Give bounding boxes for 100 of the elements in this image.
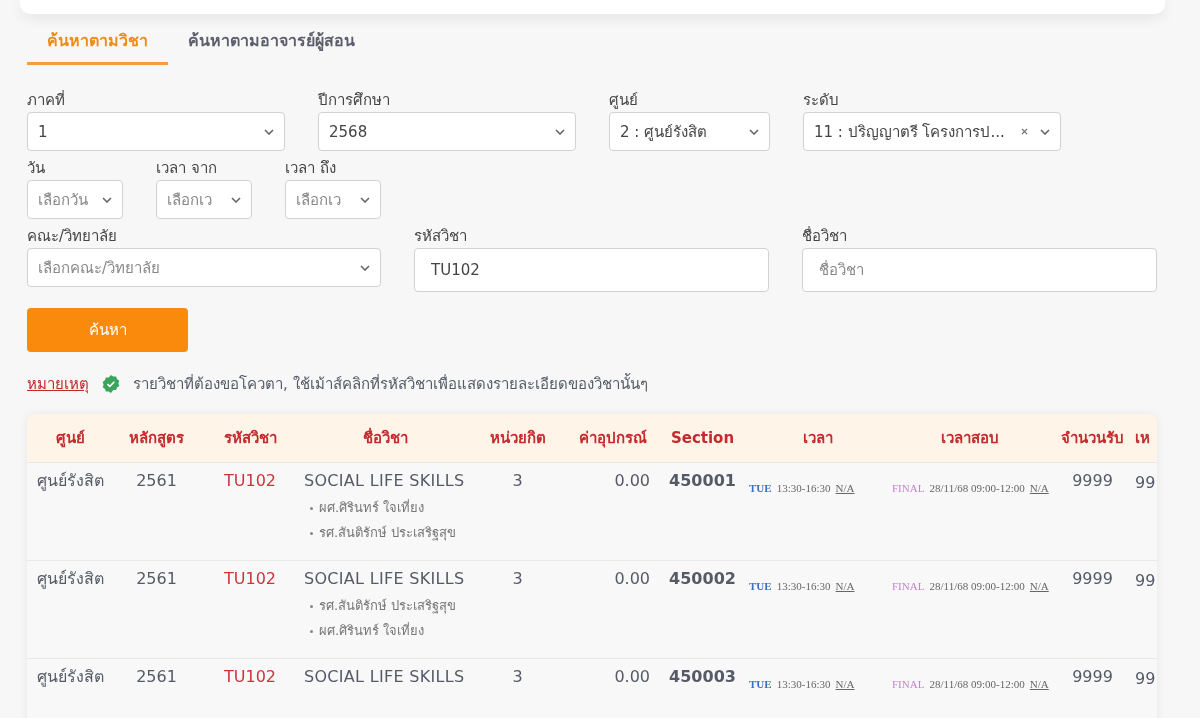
field-label: รหัสวิชา (414, 227, 468, 245)
table-cell: 99 (1135, 473, 1156, 492)
instructor-name: ผศ.ศิรินทร์ ใจเที่ยง (304, 500, 466, 516)
select-value: 2 : ศูนย์รังสิต (620, 121, 709, 143)
section-number: 450003 (669, 667, 736, 686)
select-placeholder: เลือกวัน (38, 189, 89, 211)
select-field[interactable]: 1 (27, 112, 285, 151)
input-field[interactable]: ชื่อวิชา (802, 248, 1157, 292)
field-label: ปีการศึกษา (318, 91, 391, 109)
table-cell: 9999 (1072, 569, 1113, 588)
exam-time: 28/11/68 09:00-12:00 (929, 678, 1025, 690)
select-field[interactable]: เลือกคณะ/วิทยาลัย (27, 248, 381, 287)
tab[interactable]: ค้นหาตามอาจารย์ผู้สอน (168, 26, 375, 65)
clear-icon[interactable] (1021, 128, 1028, 135)
exam-label: FINAL (892, 482, 925, 494)
field-label: วัน (27, 159, 46, 177)
section-number: 450001 (669, 471, 736, 490)
room-link[interactable]: N/A (835, 678, 855, 690)
column-header: เห (1135, 414, 1157, 463)
class-day: TUE (749, 580, 772, 592)
chevron-down-icon (264, 128, 274, 135)
select-field[interactable]: 2 : ศูนย์รังสิต (609, 112, 770, 151)
instructor-name: รศ.สันติรักษ์ ประเสริฐสุข (304, 525, 466, 541)
table-cell: ศูนย์รังสิต (36, 667, 104, 686)
chevron-down-icon (360, 264, 370, 271)
column-header: เวลาสอบ (890, 414, 1050, 463)
select-field[interactable]: เลือกเว (285, 180, 381, 219)
class-day: TUE (749, 678, 772, 690)
table-cell: 2561 (136, 667, 177, 686)
section-number: 450002 (669, 569, 736, 588)
check-badge-icon (101, 374, 121, 394)
room-link[interactable]: N/A (1029, 580, 1049, 592)
table-cell: 9999 (1072, 667, 1113, 686)
course-code-link[interactable]: TU102 (224, 667, 276, 686)
room-link[interactable]: N/A (1029, 678, 1049, 690)
column-header: เวลา (745, 414, 890, 463)
class-time: 13:30-16:30 (776, 580, 831, 592)
exam-label: FINAL (892, 580, 925, 592)
table-cell: 3 (512, 667, 523, 686)
table-cell: ศูนย์รังสิต (36, 471, 104, 490)
table-cell: 9999 (1072, 471, 1113, 490)
select-value: 2568 (329, 122, 369, 141)
class-time: 13:30-16:30 (776, 482, 831, 494)
field-label: ระดับ (803, 91, 840, 109)
chevron-down-icon (749, 128, 759, 135)
column-header: Section (660, 414, 745, 463)
table-cell: ศูนย์รังสิต (36, 569, 104, 588)
field-label: เวลา จาก (156, 159, 218, 177)
table-cell: 99 (1135, 571, 1156, 590)
table-cell: 3 (512, 569, 523, 588)
field-label: ชื่อวิชา (802, 227, 848, 245)
field-label: เวลา ถึง (285, 159, 337, 177)
course-name: SOCIAL LIFE SKILLS (304, 667, 466, 687)
class-time: 13:30-16:30 (776, 678, 831, 690)
field-label: ภาคที่ (27, 91, 66, 109)
select-placeholder: เลือกเว (296, 189, 342, 211)
chevron-down-icon (231, 196, 241, 203)
select-field[interactable]: เลือกเว (156, 180, 252, 219)
chevron-down-icon (102, 196, 112, 203)
select-value: 11 : ปริญญาตรี โครงการป... (814, 121, 1006, 143)
select-field[interactable]: เลือกวัน (27, 180, 123, 219)
column-header: หลักสูตร (113, 414, 200, 463)
chevron-down-icon (360, 196, 370, 203)
table-cell: 0.00 (614, 471, 650, 490)
column-header: จำนวนรับ (1050, 414, 1135, 463)
exam-time: 28/11/68 09:00-12:00 (929, 580, 1025, 592)
course-name: SOCIAL LIFE SKILLS (304, 471, 466, 491)
table-cell: 2561 (136, 471, 177, 490)
select-field[interactable]: 2568 (318, 112, 576, 151)
table-cell: 3 (512, 471, 523, 490)
room-link[interactable]: N/A (835, 482, 855, 494)
chevron-down-icon (555, 128, 565, 135)
table-cell: 99 (1135, 669, 1156, 688)
column-header: ค่าอุปกรณ์ (565, 414, 660, 463)
exam-label: FINAL (892, 678, 925, 690)
table-cell: 0.00 (614, 667, 650, 686)
select-placeholder: เลือกคณะ/วิทยาลัย (38, 257, 162, 279)
class-day: TUE (749, 482, 772, 494)
select-field[interactable]: 11 : ปริญญาตรี โครงการป... (803, 112, 1061, 151)
field-label: คณะ/วิทยาลัย (27, 227, 119, 245)
course-code-link[interactable]: TU102 (224, 471, 276, 490)
column-header: รหัสวิชา (200, 414, 300, 463)
chevron-down-icon (1040, 128, 1050, 135)
column-header: หน่วยกิต (470, 414, 565, 463)
field-label: ศูนย์ (609, 91, 639, 109)
note-text: รายวิชาที่ต้องขอโควตา, ใช้เม้าส์คลิกที่รหัสวิชาเพื่อแสดงรายละเอียดของวิชานั้นๆ (133, 372, 648, 395)
select-placeholder: เลือกเว (167, 189, 213, 211)
instructor-name: รศ.สันติรักษ์ ประเสริฐสุข (304, 598, 466, 614)
select-value: 1 (38, 122, 49, 141)
room-link[interactable]: N/A (835, 580, 855, 592)
table-cell: 2561 (136, 569, 177, 588)
column-header: ศูนย์ (27, 414, 113, 463)
course-name: SOCIAL LIFE SKILLS (304, 569, 466, 589)
note-link[interactable]: หมายเหตุ (27, 372, 89, 396)
course-code-link[interactable]: TU102 (224, 569, 276, 588)
table-cell: 0.00 (614, 569, 650, 588)
column-header: ชื่อวิชา (300, 414, 470, 463)
input-field[interactable]: TU102 (414, 248, 769, 292)
room-link[interactable]: N/A (1029, 482, 1049, 494)
instructor-name: ผศ.ศิรินทร์ ใจเที่ยง (304, 623, 466, 639)
